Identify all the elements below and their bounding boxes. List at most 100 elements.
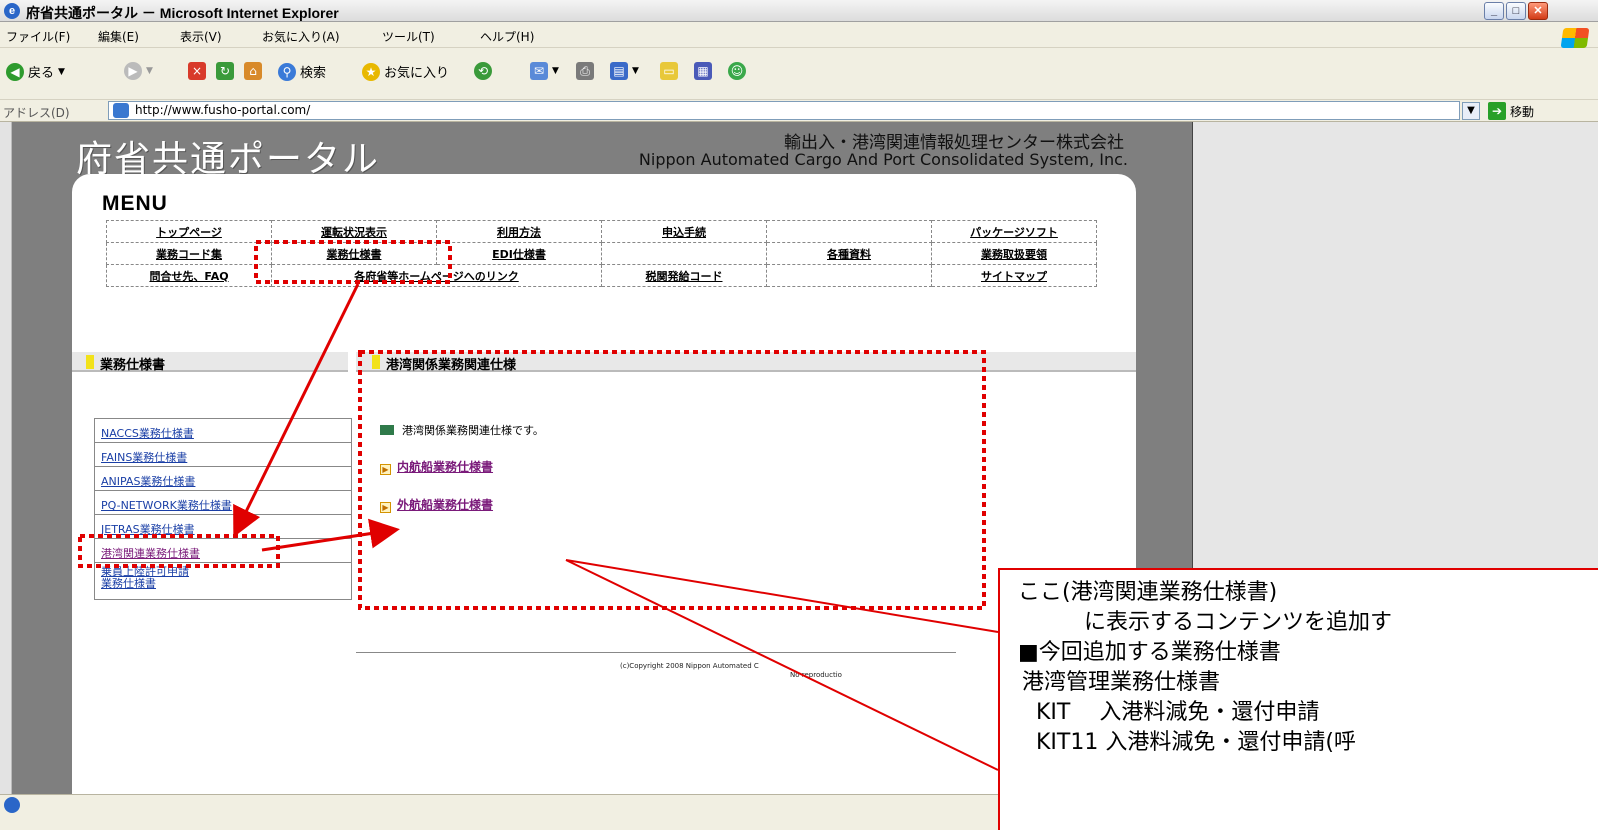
callout-line-1: ここ(港湾関連業務仕様書) xyxy=(1018,580,1278,605)
mail-button[interactable]: ✉ ▼ xyxy=(530,62,559,80)
menu-file[interactable]: ファイル(F) xyxy=(6,28,70,45)
go-label: 移動 xyxy=(1510,104,1535,119)
menu-link-documents[interactable]: 各種資料 xyxy=(766,242,932,265)
print-button[interactable]: ⎙ xyxy=(576,62,594,80)
address-label: アドレス(D) xyxy=(3,106,70,120)
search-label: 検索 xyxy=(300,66,327,81)
link-domestic-label: 内航船業務仕様書 xyxy=(397,460,494,474)
link-foreign-ship-spec[interactable]: ▶ 外航船業務仕様書 xyxy=(380,496,493,513)
callout-line-6: KIT11 入港料減免・還付申請(呼 xyxy=(1036,730,1356,755)
copyright-text-2: No reproductio xyxy=(790,671,842,679)
search-button[interactable]: ⚲ 検索 xyxy=(278,62,326,81)
menu-edit[interactable]: 編集(E) xyxy=(98,28,139,45)
arrow-bullet-icon: ▶ xyxy=(380,464,391,475)
copyright-text: (c)Copyright 2008 Nippon Automated C xyxy=(620,662,759,670)
research-button[interactable]: ▦ xyxy=(694,62,712,80)
spec-link-port[interactable]: 港湾関連業務仕様書 xyxy=(95,539,351,563)
menu-link-usage[interactable]: 利用方法 xyxy=(436,220,602,243)
go-arrow-icon: ➔ xyxy=(1488,102,1506,120)
forward-button[interactable]: ▶ ▼ xyxy=(124,62,153,80)
menu-link-edi[interactable]: EDI仕様書 xyxy=(436,242,602,265)
callout-line-2: に表示するコンテンツを追加す xyxy=(1084,610,1393,635)
mail-envelope-icon xyxy=(380,425,394,435)
menu-tools[interactable]: ツール(T) xyxy=(382,28,435,45)
home-button[interactable]: ⌂ xyxy=(244,62,262,80)
history-button[interactable]: ⟲ xyxy=(474,62,492,80)
link-foreign-label: 外航船業務仕様書 xyxy=(397,498,494,512)
discuss-button[interactable]: ▭ xyxy=(660,62,678,80)
menu-row: トップページ 運転状況表示 利用方法 申込手続 パッケージソフト xyxy=(106,220,1097,243)
search-icon: ⚲ xyxy=(278,62,296,81)
back-dropdown-icon[interactable]: ▼ xyxy=(58,67,65,77)
menu-link-application[interactable]: 申込手続 xyxy=(601,220,767,243)
main-section-header: 港湾関係業務関連仕様 xyxy=(356,352,1136,373)
annotation-callout: ここ(港湾関連業務仕様書) に表示するコンテンツを追加す ■今回追加する業務仕様… xyxy=(998,568,1598,830)
spec-link-crew-landing[interactable]: 乗員上陸許可申請 業務仕様書 xyxy=(95,563,351,599)
back-button[interactable]: ◀ 戻る ▼ xyxy=(6,62,65,81)
menu-link-faq[interactable]: 問合せ先、FAQ xyxy=(106,264,272,287)
page-icon xyxy=(113,103,129,118)
menu-link-ministry-links[interactable]: 各府省等ホームページへのリンク xyxy=(271,264,602,287)
spec-link-fains[interactable]: FAINS業務仕様書 xyxy=(95,443,351,467)
menu-link-specs[interactable]: 業務仕様書 xyxy=(271,242,437,265)
stop-button[interactable]: × xyxy=(188,62,206,80)
back-arrow-icon: ◀ xyxy=(6,62,24,81)
edit-icon: ▤ xyxy=(610,62,628,80)
spec-link-naccs[interactable]: NACCS業務仕様書 xyxy=(95,419,351,443)
menu-link-top[interactable]: トップページ xyxy=(106,220,272,243)
menu-bar: ファイル(F) 編集(E) 表示(V) お気に入り(A) ツール(T) ヘルプ(… xyxy=(0,22,1598,48)
window-title: 府省共通ポータル － Microsoft Internet Explorer xyxy=(26,5,339,21)
spec-link-pq-network[interactable]: PQ-NETWORK業務仕様書 xyxy=(95,491,351,515)
windows-flag-icon xyxy=(1560,28,1590,48)
left-gutter xyxy=(0,122,12,794)
refresh-button[interactable]: ↻ xyxy=(216,62,234,80)
forward-arrow-icon: ▶ xyxy=(124,62,142,80)
section-marker-icon xyxy=(372,355,380,369)
callout-line-4: 港湾管理業務仕様書 xyxy=(1022,670,1221,695)
main-section-title: 港湾関係業務関連仕様 xyxy=(386,358,517,373)
maximize-button[interactable]: □ xyxy=(1506,2,1526,20)
stop-icon: × xyxy=(188,62,206,80)
discuss-icon: ▭ xyxy=(660,62,678,80)
menu-cell-empty xyxy=(601,242,767,265)
left-section-title: 業務仕様書 xyxy=(100,358,166,373)
edit-dropdown-icon[interactable]: ▼ xyxy=(632,66,639,76)
favorites-button[interactable]: ★ お気に入り xyxy=(362,62,449,81)
menu-favorites[interactable]: お気に入り(A) xyxy=(262,28,340,45)
ie-logo-icon: e xyxy=(4,3,20,19)
mail-dropdown-icon[interactable]: ▼ xyxy=(552,66,559,76)
messenger-icon: ☺ xyxy=(728,62,746,80)
print-icon: ⎙ xyxy=(576,62,594,80)
left-section-header: 業務仕様書 xyxy=(72,352,348,373)
back-label: 戻る xyxy=(28,66,55,81)
menu-cell-empty xyxy=(766,220,932,243)
minimize-button[interactable]: _ xyxy=(1484,2,1504,20)
spec-link-anipas[interactable]: ANIPAS業務仕様書 xyxy=(95,467,351,491)
menu-link-customs-code[interactable]: 税関発給コード xyxy=(601,264,767,287)
star-icon: ★ xyxy=(362,62,380,81)
menu-row: 業務コード集 業務仕様書 EDI仕様書 各種資料 業務取扱要領 xyxy=(106,242,1097,265)
menu-link-sitemap[interactable]: サイトマップ xyxy=(931,264,1097,287)
menu-link-guidelines[interactable]: 業務取扱要領 xyxy=(931,242,1097,265)
edit-button[interactable]: ▤ ▼ xyxy=(610,62,639,80)
forward-dropdown-icon[interactable]: ▼ xyxy=(146,66,153,76)
link-domestic-ship-spec[interactable]: ▶ 内航船業務仕様書 xyxy=(380,458,493,475)
ie-status-icon xyxy=(4,797,20,813)
menu-view[interactable]: 表示(V) xyxy=(180,28,222,45)
research-icon: ▦ xyxy=(694,62,712,80)
messenger-button[interactable]: ☺ xyxy=(728,62,746,80)
close-button[interactable]: ✕ xyxy=(1528,2,1548,20)
address-dropdown-icon[interactable]: ▼ xyxy=(1462,102,1480,120)
intro-label: 港湾関係業務関連仕様です。 xyxy=(402,424,544,437)
menu-link-package[interactable]: パッケージソフト xyxy=(931,220,1097,243)
menu-link-codes[interactable]: 業務コード集 xyxy=(106,242,272,265)
spec-link-jetras[interactable]: JETRAS業務仕様書 xyxy=(95,515,351,539)
go-button[interactable]: ➔ 移動 xyxy=(1488,102,1534,120)
address-input[interactable]: http://www.fusho-portal.com/ xyxy=(108,101,1460,120)
callout-line-5: KIT 入港料減免・還付申請 xyxy=(1036,700,1320,725)
menu-help[interactable]: ヘルプ(H) xyxy=(480,28,534,45)
intro-text: 港湾関係業務関連仕様です。 xyxy=(380,422,544,438)
menu-table: トップページ 運転状況表示 利用方法 申込手続 パッケージソフト 業務コード集 … xyxy=(106,220,1097,287)
menu-link-status[interactable]: 運転状況表示 xyxy=(271,220,437,243)
spec-list: NACCS業務仕様書 FAINS業務仕様書 ANIPAS業務仕様書 PQ-NET… xyxy=(94,418,352,600)
